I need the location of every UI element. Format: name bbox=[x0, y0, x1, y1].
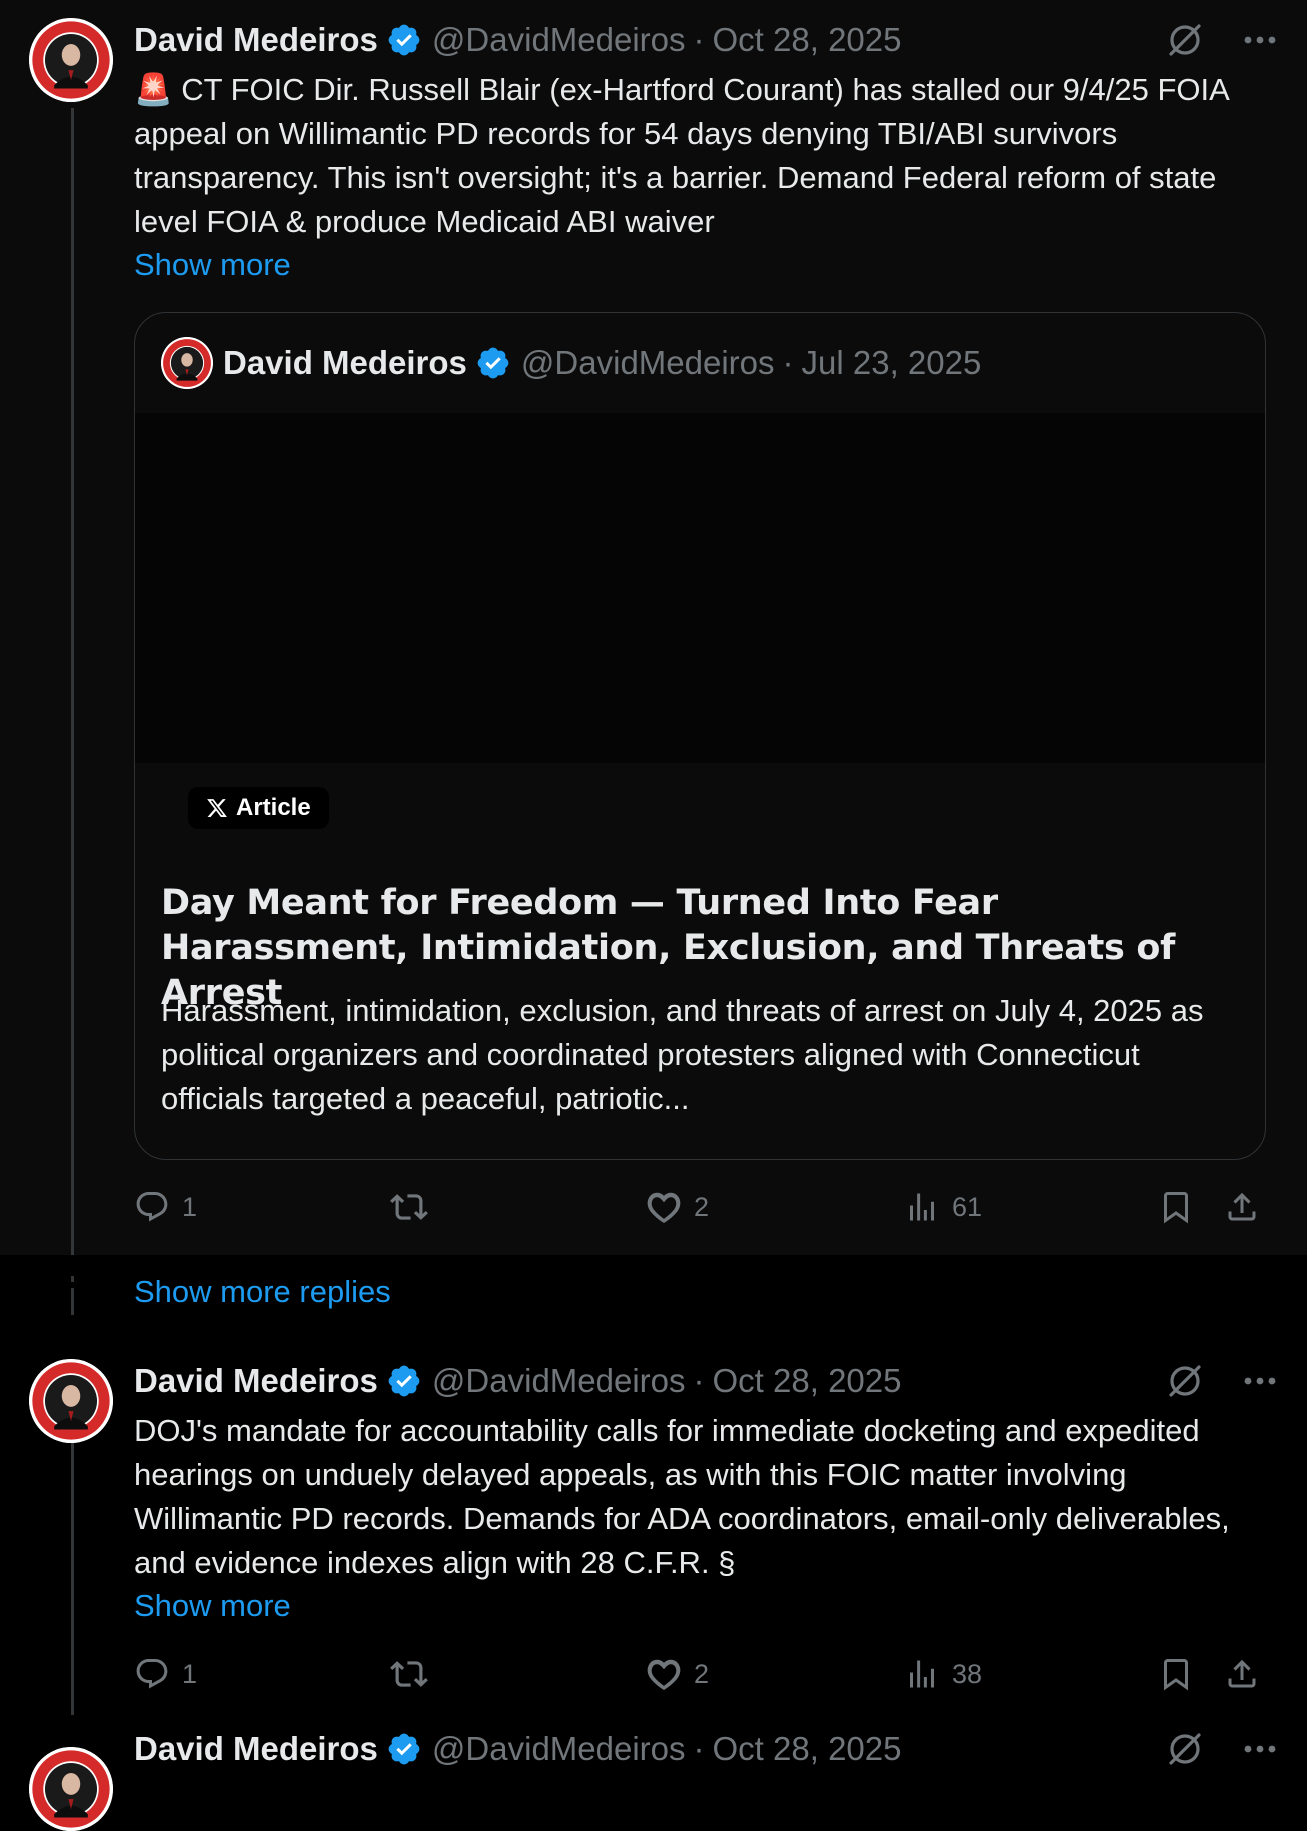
author-name[interactable]: David Medeiros bbox=[134, 1730, 378, 1768]
like-button[interactable]: 2 bbox=[646, 1650, 709, 1698]
avatar bbox=[161, 337, 213, 389]
author-name: David Medeiros bbox=[223, 344, 467, 381]
reply-count: 1 bbox=[182, 1191, 198, 1222]
action-bar: 1 2 61 bbox=[134, 1183, 1274, 1231]
share-icon bbox=[1228, 1659, 1256, 1688]
tweet-text: 🚨 CT FOIC Dir. Russell Blair (ex-Hartfor… bbox=[134, 72, 1229, 239]
repost-icon bbox=[390, 1661, 428, 1687]
article-badge: Article bbox=[188, 787, 329, 829]
quoted-article-card[interactable]: David Medeiros @DavidMedeiros · Jul 23, … bbox=[134, 312, 1266, 1160]
show-more-link[interactable]: Show more bbox=[134, 243, 291, 287]
views-button[interactable]: 61 bbox=[904, 1183, 982, 1231]
bookmark-button[interactable] bbox=[1158, 1183, 1194, 1231]
verified-badge-icon bbox=[386, 1731, 422, 1767]
avatar[interactable] bbox=[29, 18, 113, 102]
tweet-header: David Medeiros @DavidMedeiros · Oct 28, … bbox=[134, 1727, 1307, 1771]
bookmark-icon bbox=[1164, 1659, 1188, 1691]
x-logo-icon bbox=[207, 799, 227, 817]
tweet-date[interactable]: Oct 28, 2025 bbox=[713, 1362, 902, 1400]
tweet-text: DOJ's mandate for accountability calls f… bbox=[134, 1413, 1230, 1580]
separator: · bbox=[693, 21, 705, 58]
quote-header: David Medeiros @DavidMedeiros · Jul 23, … bbox=[161, 337, 1265, 389]
tweet[interactable]: David Medeiros @DavidMedeiros · Oct 28, … bbox=[0, 1715, 1307, 1831]
header-actions bbox=[1165, 1359, 1277, 1403]
quote-date: Jul 23, 2025 bbox=[801, 344, 982, 381]
more-icon[interactable] bbox=[1243, 1376, 1277, 1386]
like-icon bbox=[647, 1192, 681, 1224]
like-count: 2 bbox=[694, 1658, 710, 1689]
tweet[interactable]: David Medeiros @DavidMedeiros · Oct 28, … bbox=[0, 0, 1307, 1255]
thread-line bbox=[71, 1293, 74, 1315]
author-handle[interactable]: @DavidMedeiros bbox=[432, 1730, 686, 1768]
share-icon bbox=[1228, 1192, 1256, 1221]
bookmark-button[interactable] bbox=[1158, 1650, 1194, 1698]
reply-count: 1 bbox=[182, 1658, 198, 1689]
header-actions bbox=[1165, 18, 1277, 62]
repost-icon bbox=[390, 1194, 428, 1220]
separator: · bbox=[693, 1362, 705, 1399]
author-name[interactable]: David Medeiros bbox=[134, 1362, 378, 1400]
like-count: 2 bbox=[694, 1191, 710, 1222]
repost-button[interactable] bbox=[390, 1650, 440, 1698]
verified-badge-icon bbox=[386, 1363, 422, 1399]
reply-button[interactable]: 1 bbox=[134, 1650, 197, 1698]
verified-badge-icon bbox=[475, 345, 511, 381]
tweet-header: David Medeiros @DavidMedeiros · Oct 28, … bbox=[134, 1359, 1307, 1403]
article-cover-image bbox=[135, 413, 1265, 763]
action-bar: 1 2 38 bbox=[134, 1650, 1274, 1698]
more-icon[interactable] bbox=[1243, 1744, 1277, 1754]
share-button[interactable] bbox=[1224, 1650, 1260, 1698]
show-more-replies-link[interactable]: Show more replies bbox=[134, 1270, 391, 1314]
like-icon bbox=[647, 1659, 681, 1691]
show-more-link[interactable]: Show more bbox=[134, 1584, 291, 1628]
more-icon[interactable] bbox=[1243, 35, 1277, 45]
article-description: Harassment, intimidation, exclusion, and… bbox=[161, 993, 1204, 1116]
avatar[interactable] bbox=[29, 1359, 113, 1443]
like-button[interactable]: 2 bbox=[646, 1183, 709, 1231]
view-count: 61 bbox=[952, 1191, 983, 1222]
grok-icon[interactable] bbox=[1165, 1361, 1205, 1401]
separator: · bbox=[693, 1730, 705, 1767]
header-actions bbox=[1165, 1727, 1277, 1771]
tweet-header: David Medeiros @DavidMedeiros · Oct 28, … bbox=[134, 18, 1307, 62]
thread-line bbox=[71, 1421, 74, 1715]
grok-icon[interactable] bbox=[1165, 20, 1205, 60]
thread-line bbox=[71, 108, 74, 1255]
tweet[interactable]: David Medeiros @DavidMedeiros · Oct 28, … bbox=[0, 1293, 1307, 1715]
views-icon bbox=[910, 1193, 934, 1221]
share-button[interactable] bbox=[1224, 1183, 1260, 1231]
reply-icon bbox=[136, 1659, 168, 1689]
author-handle: @DavidMedeiros bbox=[520, 344, 775, 381]
tweet-date[interactable]: Oct 28, 2025 bbox=[713, 1730, 902, 1768]
reply-button[interactable]: 1 bbox=[134, 1183, 197, 1231]
tweet-date[interactable]: Oct 28, 2025 bbox=[713, 21, 902, 59]
repost-button[interactable] bbox=[390, 1183, 440, 1231]
article-badge-label: Article bbox=[236, 794, 311, 821]
views-button[interactable]: 38 bbox=[904, 1650, 982, 1698]
view-count: 38 bbox=[952, 1658, 983, 1689]
reply-icon bbox=[136, 1192, 168, 1222]
author-handle[interactable]: @DavidMedeiros bbox=[432, 1362, 686, 1400]
author-handle[interactable]: @DavidMedeiros bbox=[432, 21, 686, 59]
author-name[interactable]: David Medeiros bbox=[134, 21, 378, 59]
bookmark-icon bbox=[1164, 1192, 1188, 1224]
grok-icon[interactable] bbox=[1165, 1729, 1205, 1769]
avatar[interactable] bbox=[29, 1747, 113, 1831]
separator: · bbox=[782, 344, 794, 381]
verified-badge-icon bbox=[386, 22, 422, 58]
views-icon bbox=[910, 1660, 934, 1688]
